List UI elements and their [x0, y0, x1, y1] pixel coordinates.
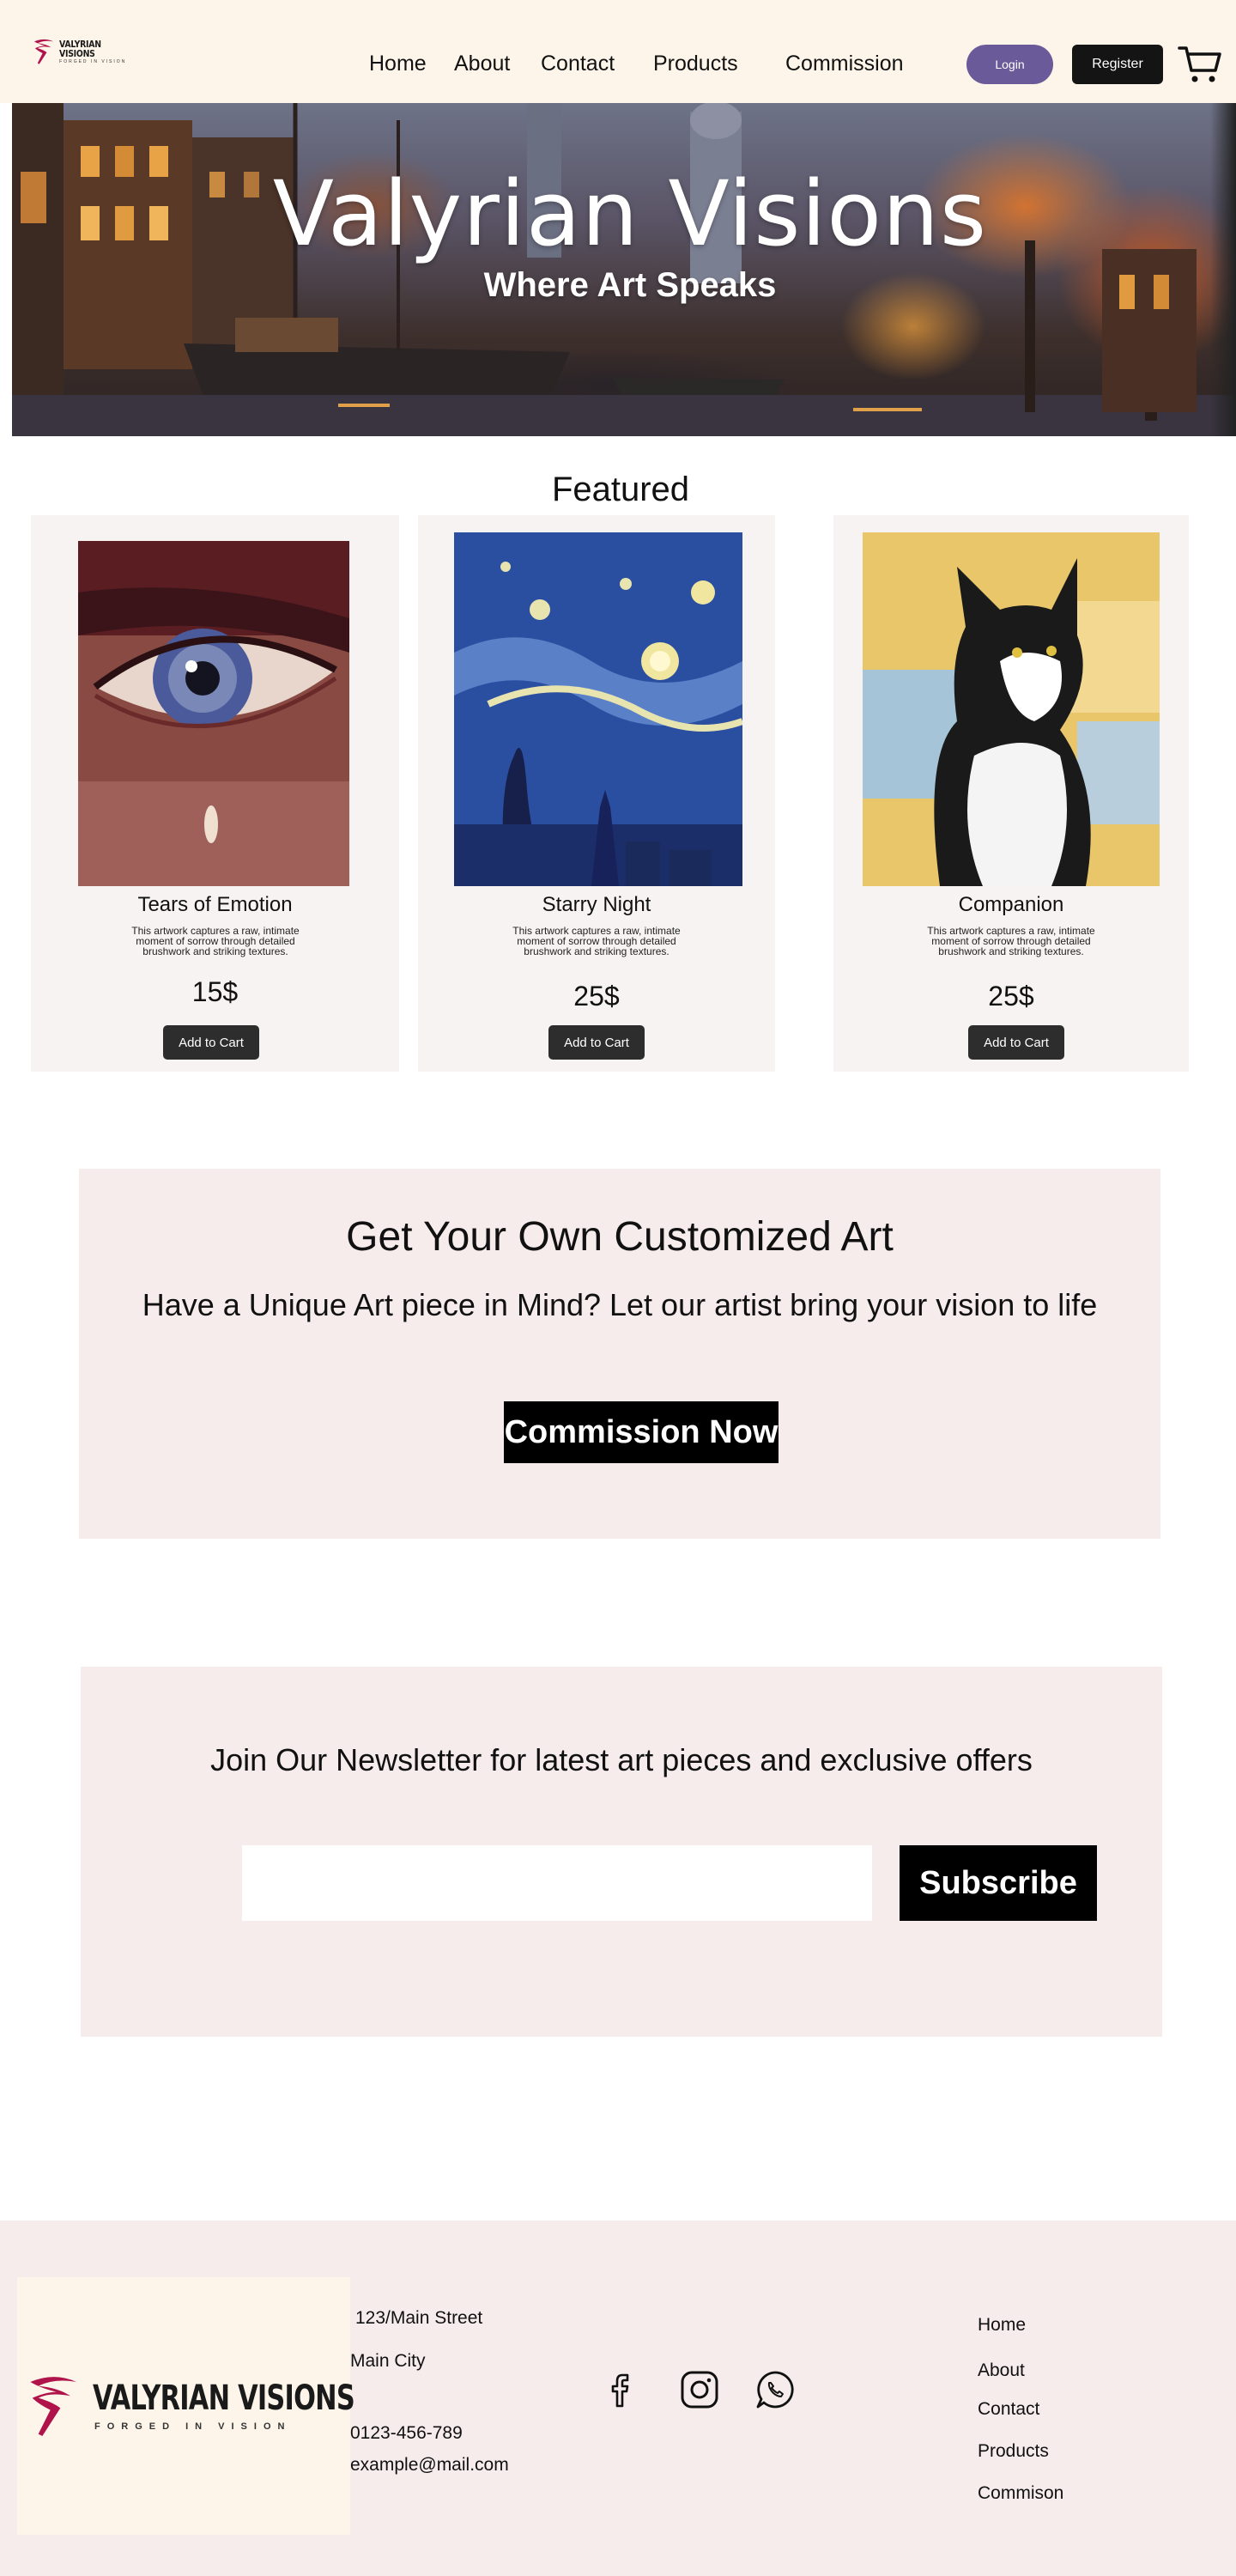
footer-brand-name: VALYRIAN VISIONS [93, 2379, 355, 2418]
product-name: Tears of Emotion [137, 893, 293, 916]
product-price: 25$ [573, 981, 620, 1012]
commission-title: Get Your Own Customized Art [346, 1214, 894, 1260]
add-to-cart-button[interactable]: Add to Cart [548, 1025, 645, 1060]
product-image-companion[interactable] [863, 532, 1160, 886]
product-name: Companion [958, 893, 1064, 916]
whatsapp-icon[interactable] [754, 2368, 797, 2411]
nav-contact[interactable]: Contact [541, 52, 615, 76]
footer-link-products[interactable]: Products [978, 2441, 1049, 2462]
product-price: 25$ [988, 981, 1034, 1012]
featured-title: Featured [551, 471, 690, 508]
nav-home[interactable]: Home [369, 52, 427, 76]
footer-link-home[interactable]: Home [978, 2315, 1026, 2336]
add-to-cart-button[interactable]: Add to Cart [968, 1025, 1064, 1060]
footer-link-commission[interactable]: Commison [978, 2483, 1063, 2504]
product-card: Starry Night This artwork captures a raw… [418, 515, 775, 1072]
address-city: Main City [350, 2351, 426, 2371]
address-street: 123/Main Street [355, 2308, 483, 2328]
site-footer: VALYRIAN VISIONS FORGED IN VISION 123/Ma… [0, 2221, 1236, 2576]
hero-subtitle: Where Art Speaks [483, 266, 777, 304]
hero-banner: Valyrian Visions Where Art Speaks [12, 103, 1236, 436]
header-brand-tagline: FORGED IN VISION [59, 58, 127, 64]
cat-painting-image [863, 532, 1160, 886]
nav-commission[interactable]: Commission [785, 52, 904, 76]
product-image-starry-night[interactable] [454, 532, 742, 886]
product-description: This artwork captures a raw, intimate mo… [512, 925, 681, 957]
newsletter-title: Join Our Newsletter for latest art piece… [210, 1742, 1033, 1777]
newsletter-email-input[interactable] [242, 1845, 872, 1921]
register-button[interactable]: Register [1072, 45, 1163, 84]
product-description: This artwork captures a raw, intimate mo… [927, 925, 1095, 957]
footer-brand-tagline: FORGED IN VISION [94, 2421, 292, 2432]
product-card: Companion This artwork captures a raw, i… [833, 515, 1189, 1072]
commission-now-button[interactable]: Commission Now [504, 1401, 779, 1463]
brush-logo-icon [30, 2377, 76, 2436]
product-name: Starry Night [542, 893, 651, 916]
hero-title: Valyrian Visions [272, 161, 988, 266]
product-description: This artwork captures a raw, intimate mo… [131, 925, 300, 957]
eye-painting-image [78, 541, 349, 886]
login-button[interactable]: Login [966, 45, 1053, 84]
nav-about[interactable]: About [454, 52, 510, 76]
cart-icon[interactable] [1178, 43, 1222, 86]
product-card: Tears of Emotion This artwork captures a… [31, 515, 399, 1072]
newsletter-section: Join Our Newsletter for latest art piece… [81, 1667, 1162, 2037]
instagram-icon[interactable] [678, 2368, 721, 2411]
commission-subtitle: Have a Unique Art piece in Mind? Let our… [142, 1287, 1098, 1322]
header-brand-name: VALYRIAN VISIONS [59, 38, 101, 59]
footer-link-contact[interactable]: Contact [978, 2399, 1039, 2420]
subscribe-button[interactable]: Subscribe [900, 1845, 1097, 1921]
commission-section: Get Your Own Customized Art Have a Uniqu… [79, 1169, 1160, 1539]
product-image-tears-of-emotion[interactable] [78, 541, 349, 886]
add-to-cart-button[interactable]: Add to Cart [163, 1025, 259, 1060]
contact-email: example@mail.com [350, 2455, 509, 2475]
contact-phone: 0123-456-789 [350, 2423, 463, 2443]
footer-link-about[interactable]: About [978, 2360, 1025, 2381]
header-logo[interactable]: VALYRIAN VISIONS FORGED IN VISION [31, 34, 151, 69]
nav-products[interactable]: Products [653, 52, 738, 76]
starry-night-painting-image [454, 532, 742, 886]
product-price: 15$ [191, 976, 239, 1007]
facebook-icon[interactable] [601, 2368, 644, 2411]
site-header: VALYRIAN VISIONS FORGED IN VISION Home A… [0, 0, 1236, 103]
footer-logo[interactable]: VALYRIAN VISIONS FORGED IN VISION [17, 2277, 355, 2535]
brush-logo-icon [33, 39, 54, 64]
